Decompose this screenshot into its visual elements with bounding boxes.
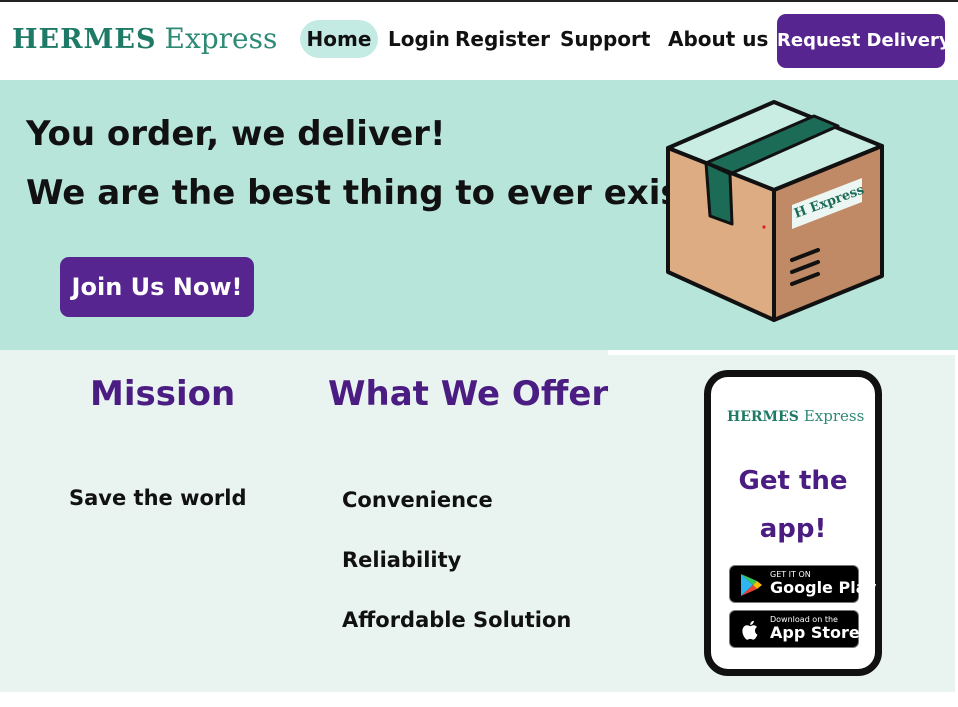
offer-heading: What We Offer [328,374,609,414]
apple-icon [742,620,758,640]
get-app-heading-2: app! [759,514,827,544]
card-logo-wordmark: HERMES [727,409,799,425]
offer-item-convenience: Convenience [342,488,493,512]
offer-item-reliability: Reliability [342,548,462,572]
hero-headline: You order, we deliver! [26,114,446,154]
logo-subtitle: Express [164,22,278,55]
brand-logo[interactable]: HERMES Express [12,22,277,62]
app-store-badge[interactable]: Download on the App Store [729,610,860,648]
nav-home[interactable]: Home [300,20,378,58]
app-store-label: App Store [770,623,860,642]
card-logo-subtitle: Express [803,407,865,425]
offer-item-affordable: Affordable Solution [342,608,572,632]
hero-subheadline: We are the best thing to ever exist. [26,173,710,213]
mission-text: Save the world [69,486,247,510]
nav-login[interactable]: Login [388,20,450,58]
app-download-card: HERMES Express Get the app! GET IT ON Go… [704,370,882,676]
nav-about[interactable]: About us [668,20,768,58]
get-app-heading: Get the [738,466,848,496]
nav-register[interactable]: Register [455,20,550,58]
section-divider [608,350,958,355]
request-delivery-button[interactable]: Request Delivery [777,14,951,68]
mission-heading: Mission [90,374,236,414]
logo-wordmark: HERMES [12,24,157,55]
join-us-button[interactable]: Join Us Now! [60,257,254,317]
google-play-badge[interactable]: GET IT ON Google Play [729,565,876,603]
nav-support[interactable]: Support [560,20,650,58]
card-logo: HERMES Express [727,407,864,425]
google-play-label: Google Play [770,578,877,597]
package-box-icon: H Express [664,98,886,326]
google-play-icon [741,574,762,596]
